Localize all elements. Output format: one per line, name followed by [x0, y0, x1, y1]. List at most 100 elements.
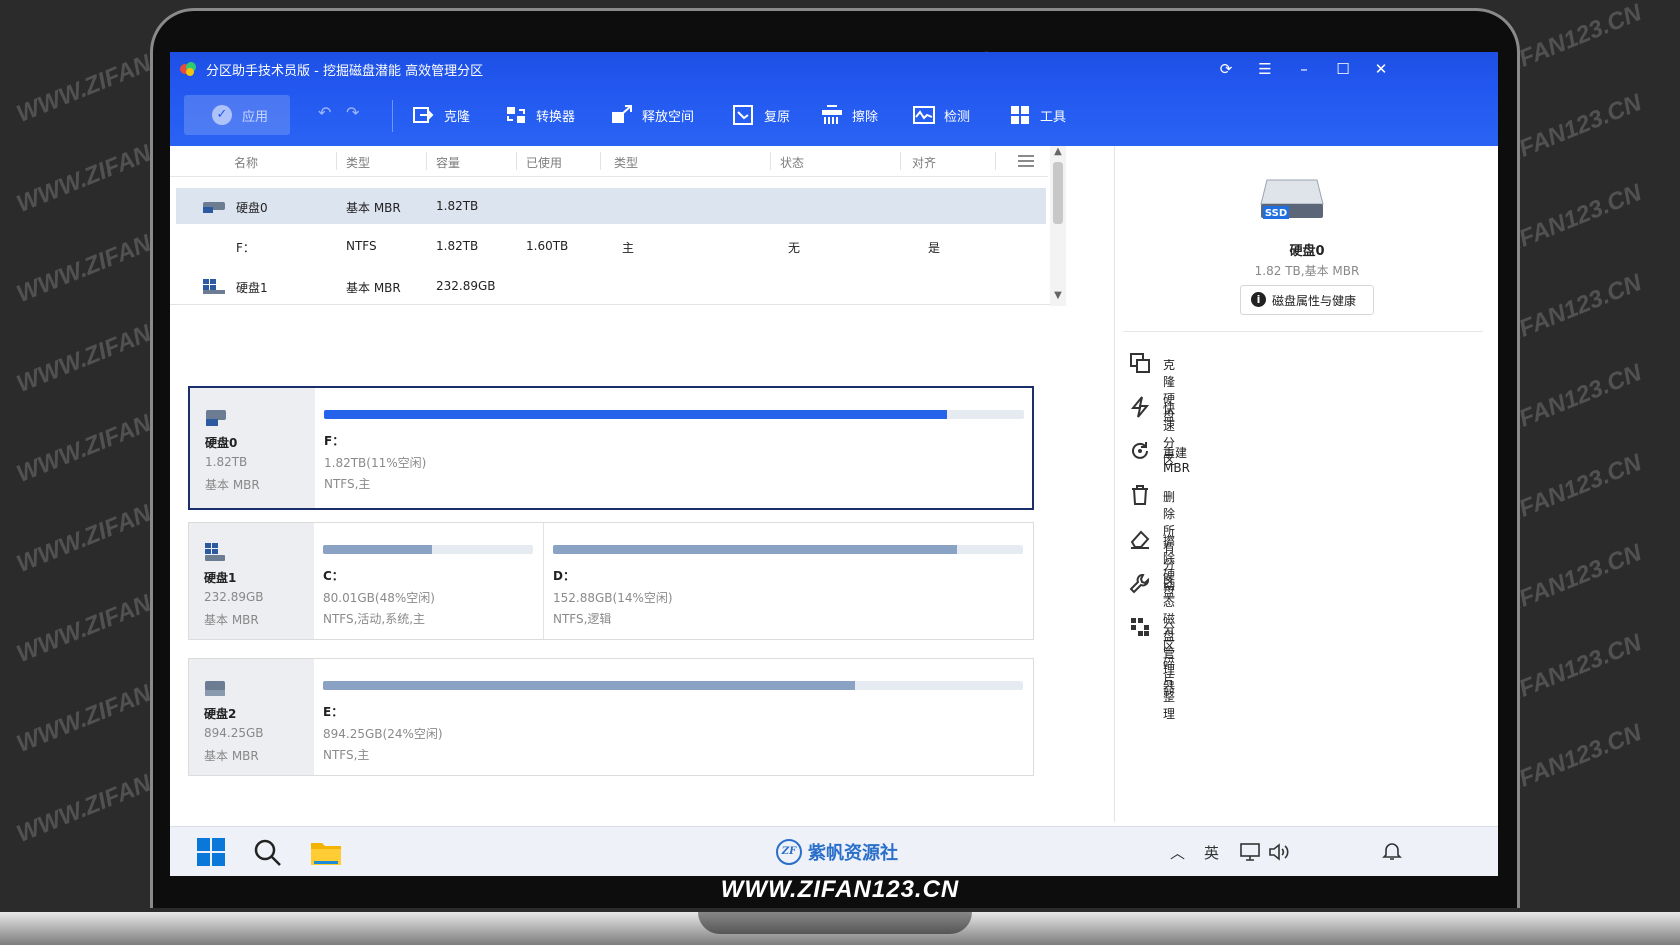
list-scrollbar[interactable]: ▲ ▼: [1050, 146, 1066, 306]
row-partition-type: 主: [622, 241, 635, 255]
tool-free-space[interactable]: 释放空间: [610, 100, 694, 130]
column-status[interactable]: 状态: [780, 154, 804, 171]
tool-detect[interactable]: 检测: [912, 100, 970, 130]
partition-info: 152.88GB(14%空闲): [553, 591, 673, 605]
partition-usage-bar: [553, 545, 1023, 554]
partition-info: 80.01GB(48%空闲): [323, 591, 435, 605]
column-align[interactable]: 对齐: [912, 154, 936, 171]
tool-free-space-label: 释放空间: [642, 109, 695, 125]
column-name[interactable]: 名称: [234, 154, 258, 171]
tool-restore-label: 复原: [764, 109, 791, 125]
usage-fill: [323, 545, 433, 554]
maximize-icon[interactable]: ☐: [1332, 58, 1354, 80]
disk-size: 1.82TB: [205, 455, 248, 469]
table-row[interactable]: 硬盘1 基本 MBR 232.89GB: [176, 268, 1046, 304]
partition-fs: NTFS,活动,系统,主: [323, 612, 426, 626]
table-row[interactable]: 硬盘0 基本 MBR 1.82TB: [176, 188, 1046, 224]
column-divider: [600, 152, 601, 170]
column-used[interactable]: 已使用: [526, 154, 562, 171]
disk-card-0[interactable]: 硬盘0 1.82TB 基本 MBR F： 1.82TB(11%空闲) NTFS,…: [188, 386, 1034, 510]
partition-usage-bar: [323, 545, 533, 554]
file-explorer-icon[interactable]: [310, 837, 342, 867]
scrollbar-thumb[interactable]: [1053, 162, 1063, 224]
laptop-notch: [698, 912, 972, 934]
row-capacity: 1.82TB: [436, 239, 479, 253]
undo-icon[interactable]: ↶: [318, 103, 331, 122]
disk-card-2[interactable]: 硬盘2 894.25GB 基本 MBR E： 894.25GB(24%空闲) N…: [188, 658, 1034, 776]
disk-card-1[interactable]: 硬盘1 232.89GB 基本 MBR C： 80.01GB(48%空闲) NT…: [188, 522, 1034, 640]
windows-start-icon[interactable]: [196, 837, 226, 867]
volume-icon[interactable]: [1268, 842, 1292, 862]
column-divider: [770, 152, 771, 170]
clone-icon: [413, 107, 434, 123]
column-divider: [516, 152, 517, 170]
column-capacity[interactable]: 容量: [436, 154, 460, 171]
disk-type: 基本 MBR: [204, 749, 259, 763]
toolbar-divider: [392, 100, 393, 132]
column-type[interactable]: 类型: [346, 154, 370, 171]
redo-icon[interactable]: ↷: [346, 103, 359, 122]
column-settings-icon[interactable]: [1018, 154, 1034, 168]
tool-tools[interactable]: 工具: [1008, 100, 1066, 130]
scroll-down-icon[interactable]: ▼: [1050, 290, 1066, 301]
row-used: 1.60TB: [526, 239, 569, 253]
apply-label: 应用: [242, 110, 269, 125]
partition-e[interactable]: E： 894.25GB(24%空闲) NTFS,主: [314, 659, 1033, 775]
ssd-disk-icon: [206, 410, 226, 426]
detail-disk-info: 1.82 TB,基本 MBR: [1254, 264, 1360, 278]
disk-icon: [205, 681, 225, 696]
row-name: 硬盘1: [236, 281, 268, 295]
table-row[interactable]: F： NTFS 1.82TB 1.60TB 主 无 是: [176, 228, 1046, 264]
partition-c[interactable]: C： 80.01GB(48%空闲) NTFS,活动,系统,主: [314, 523, 542, 639]
eraser-icon: [1130, 530, 1150, 549]
disk-health-button[interactable]: i 磁盘属性与健康: [1240, 285, 1374, 315]
disk-icon: [203, 202, 225, 213]
check-icon: ✓: [212, 105, 232, 125]
row-type: 基本 MBR: [346, 281, 401, 295]
column-divider: [336, 152, 337, 170]
partition-usage-bar: [323, 681, 1023, 690]
tool-clone[interactable]: 克隆: [412, 100, 470, 130]
brand-logo-icon: ZF: [776, 839, 802, 865]
search-icon[interactable]: [252, 837, 282, 867]
tool-converter[interactable]: 转换器: [504, 100, 575, 130]
row-capacity: 232.89GB: [436, 279, 496, 293]
usage-fill: [323, 681, 855, 690]
chevron-up-icon[interactable]: ︿: [1170, 842, 1185, 863]
free-space-icon: [612, 105, 632, 123]
tool-restore[interactable]: 复原: [732, 100, 790, 130]
disk-name: 硬盘2: [204, 707, 237, 721]
partition-info: 894.25GB(24%空闲): [323, 727, 443, 741]
partition-usage-bar: [324, 410, 1024, 419]
tool-converter-label: 转换器: [536, 109, 576, 125]
tools-icon: [1011, 106, 1029, 124]
menu-icon[interactable]: ☰: [1254, 58, 1276, 80]
network-icon[interactable]: [1240, 842, 1262, 862]
notification-icon[interactable]: [1382, 841, 1402, 861]
detail-divider: [1123, 331, 1483, 332]
title-bar: 分区助手技术员版 - 挖掘磁盘潜能 高效管理分区 ⟳ ☰ – ☐ ✕: [170, 52, 1498, 86]
apply-button[interactable]: ✓ 应用: [184, 95, 290, 135]
tool-clone-label: 克隆: [444, 109, 471, 125]
brand-text: 紫帆资源社: [808, 843, 898, 864]
health-button-label: 磁盘属性与健康: [1272, 294, 1357, 308]
partition-fs: NTFS,主: [323, 748, 370, 762]
row-name: F：: [236, 241, 255, 255]
partition-d[interactable]: D： 152.88GB(14%空闲) NTFS,逻辑: [544, 523, 1033, 639]
scroll-up-icon[interactable]: ▲: [1050, 146, 1066, 157]
close-icon[interactable]: ✕: [1370, 58, 1392, 80]
refresh-icon[interactable]: ⟳: [1215, 58, 1237, 80]
brand-watermark: ZF 紫帆资源社: [776, 835, 898, 869]
ime-indicator[interactable]: 英: [1204, 842, 1219, 863]
column-partition-type[interactable]: 类型: [614, 154, 638, 171]
pane-divider: [170, 304, 1050, 305]
action-label: 分区碎片整理: [1163, 622, 1176, 721]
ssd-drive-icon: SSD: [1260, 179, 1324, 219]
partition-label: F：: [324, 434, 345, 448]
app-logo-icon: [180, 62, 196, 76]
partition-f[interactable]: F： 1.82TB(11%空闲) NTFS,主: [315, 388, 1032, 508]
windows-disk-icon: [205, 543, 225, 561]
tool-wipe[interactable]: 擦除: [820, 100, 878, 130]
partition-info: 1.82TB(11%空闲): [324, 456, 427, 470]
minimize-icon[interactable]: –: [1293, 58, 1315, 80]
